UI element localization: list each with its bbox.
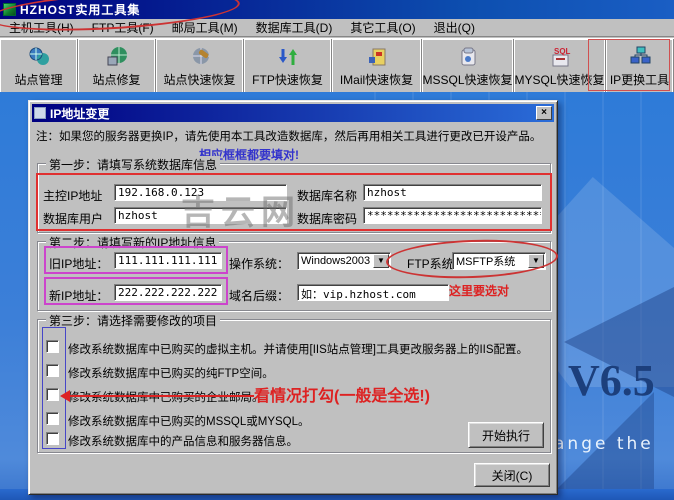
- svg-text:SQL: SQL: [554, 47, 571, 56]
- annotation-check-hint: 看情况打勾(一般是全选!): [254, 388, 430, 405]
- toolbar-button-label: MYSQL快速恢复: [514, 73, 605, 87]
- toolbar-button-label: IMail快速恢复: [339, 73, 414, 87]
- window-title: HZHOST实用工具集: [20, 3, 141, 17]
- toolbar-button-label: 站点修复: [92, 73, 141, 87]
- mysql-restore-icon: SQL: [552, 47, 571, 67]
- toolbar-button-label: IP更换工具: [609, 73, 670, 87]
- menu-item-ftp-tools[interactable]: FTP工具(F): [83, 18, 163, 37]
- old-ip-input[interactable]: 111.111.111.111: [114, 252, 222, 269]
- site-manage-icon: [29, 47, 49, 65]
- checkbox-mail-label: 修改系统数据库中已购买的企业邮局。: [68, 392, 264, 404]
- site-repair-icon: [107, 47, 127, 66]
- domain-suffix-label: 域名后缀：: [229, 289, 290, 303]
- checkbox-ftp-space[interactable]: [46, 364, 59, 377]
- checkbox-product-info-label: 修改系统数据库中的产品信息和服务器信息。: [68, 436, 298, 448]
- os-label: 操作系统：: [229, 257, 290, 271]
- toolbar-button-mysql-restore[interactable]: SQL MYSQL快速恢复: [514, 39, 606, 92]
- menu-item-host-tools[interactable]: 主机工具(H): [0, 18, 83, 37]
- menu-item-other-tools[interactable]: 其它工具(O): [341, 18, 424, 37]
- ip-change-icon: [630, 46, 650, 64]
- imail-restore-icon: [368, 48, 385, 66]
- ftp-system-select[interactable]: MSFTP系统 ▼: [452, 252, 546, 270]
- annotation-choose-correctly: 这里要选对: [449, 284, 510, 298]
- step2-groupbox: 第二步：请填写新的IP地址信息 旧IP地址： 111.111.111.111 操…: [37, 234, 559, 311]
- checkbox-product-info[interactable]: [46, 432, 59, 445]
- step3-legend: 第三步：请选择需要修改的项目: [46, 312, 221, 329]
- new-ip-input[interactable]: 222.222.222.222: [114, 284, 222, 301]
- db-pass-input[interactable]: ******************************: [363, 207, 542, 224]
- db-user-input[interactable]: hzhost: [114, 207, 287, 224]
- db-pass-label: 数据库密码: [297, 212, 358, 226]
- toolbar-button-imail-restore[interactable]: IMail快速恢复: [332, 39, 422, 92]
- master-ip-label: 主控IP地址: [43, 189, 103, 203]
- menu-item-mail-tools[interactable]: 邮局工具(M): [163, 18, 247, 37]
- toolbar-button-label: MSSQL快速恢复: [422, 73, 513, 87]
- window-titlebar: HZHOST实用工具集: [0, 0, 674, 19]
- run-button[interactable]: 开始执行: [468, 422, 544, 448]
- screen: HZHOST实用工具集 主机工具(H) FTP工具(F) 邮局工具(M) 数据库…: [0, 0, 674, 500]
- dialog-close-button[interactable]: ×: [536, 106, 552, 120]
- master-ip-input[interactable]: 192.168.0.123: [114, 184, 287, 201]
- db-name-label: 数据库名称: [297, 189, 358, 203]
- close-button[interactable]: 关闭(C): [474, 463, 550, 487]
- chevron-down-icon[interactable]: ▼: [373, 254, 389, 268]
- dialog-title: IP地址变更: [50, 106, 110, 121]
- ftp-system-select-value: MSFTP系统: [456, 256, 516, 268]
- toolbar-button-label: 站点快速恢复: [163, 73, 236, 87]
- checkbox-mail[interactable]: [46, 388, 59, 401]
- toolbar-button-mssql-restore[interactable]: MSSQL快速恢复: [422, 39, 514, 92]
- menu-item-db-tools[interactable]: 数据库工具(D): [247, 18, 342, 37]
- toolbar-button-site-restore[interactable]: 站点快速恢复: [156, 39, 244, 92]
- ftp-system-label: FTP系统: [407, 257, 454, 271]
- checkbox-vhost[interactable]: [46, 340, 59, 353]
- toolbar-button-label: 站点管理: [14, 73, 63, 87]
- ip-change-dialog: IP地址变更 × 注：如果您的服务器更换IP，请先使用本工具改造数据库，然后再用…: [28, 100, 559, 495]
- app-icon: [3, 3, 16, 16]
- wallpaper-version-text: V6.5: [568, 356, 655, 405]
- ftp-restore-icon: [278, 49, 297, 65]
- checkbox-sql-label: 修改系统数据库中已购买的MSSQL或MYSQL。: [68, 416, 310, 428]
- chevron-down-icon[interactable]: ▼: [528, 254, 544, 268]
- checkbox-ftp-space-label: 修改系统数据库中已购买的纯FTP空间。: [68, 368, 274, 380]
- checkbox-sql[interactable]: [46, 412, 59, 425]
- site-restore-icon: [192, 48, 209, 64]
- step3-groupbox: 第三步：请选择需要修改的项目 修改系统数据库中已购买的虚拟主机。并请使用[IIS…: [37, 312, 551, 453]
- menu-bar: 主机工具(H) FTP工具(F) 邮局工具(M) 数据库工具(D) 其它工具(O…: [0, 19, 674, 37]
- toolbar-button-ip-change[interactable]: IP更换工具: [606, 39, 674, 92]
- wallpaper-slogan-text: ange the: [554, 434, 654, 454]
- new-ip-label: 新IP地址：: [49, 289, 109, 303]
- os-select[interactable]: Windows2003 ▼: [297, 252, 391, 270]
- step2-legend: 第二步：请填写新的IP地址信息: [46, 234, 220, 251]
- dialog-icon: [34, 107, 46, 119]
- toolbar-button-site-manage[interactable]: 站点管理: [0, 39, 78, 92]
- toolbar-button-label: FTP快速恢复: [252, 73, 323, 87]
- old-ip-label: 旧IP地址：: [49, 257, 109, 271]
- dialog-titlebar[interactable]: IP地址变更 ×: [32, 104, 554, 122]
- toolbar-button-ftp-restore[interactable]: FTP快速恢复: [244, 39, 332, 92]
- os-select-value: Windows2003: [301, 255, 371, 267]
- toolbar: 站点管理 站点修复 站点快速恢复 FTP快速恢复 IMail快速恢复 MSSQL…: [0, 38, 674, 92]
- step1-groupbox: 第一步：请填写系统数据库信息 主控IP地址 192.168.0.123 数据库名…: [37, 156, 551, 233]
- db-name-input[interactable]: hzhost: [363, 184, 542, 201]
- menu-item-exit[interactable]: 退出(Q): [425, 18, 484, 37]
- checkbox-vhost-label: 修改系统数据库中已购买的虚拟主机。并请使用[IIS站点管理]工具更改服务器上的I…: [68, 344, 529, 356]
- step1-legend: 第一步：请填写系统数据库信息: [46, 156, 221, 173]
- mssql-restore-icon: [461, 47, 475, 66]
- db-user-label: 数据库用户: [43, 212, 104, 226]
- domain-suffix-input[interactable]: 如：vip.hzhost.com: [297, 284, 449, 301]
- toolbar-button-site-repair[interactable]: 站点修复: [78, 39, 156, 92]
- dialog-note-text: 注：如果您的服务器更换IP，请先使用本工具改造数据库，然后再用相关工具进行更改已…: [36, 131, 542, 143]
